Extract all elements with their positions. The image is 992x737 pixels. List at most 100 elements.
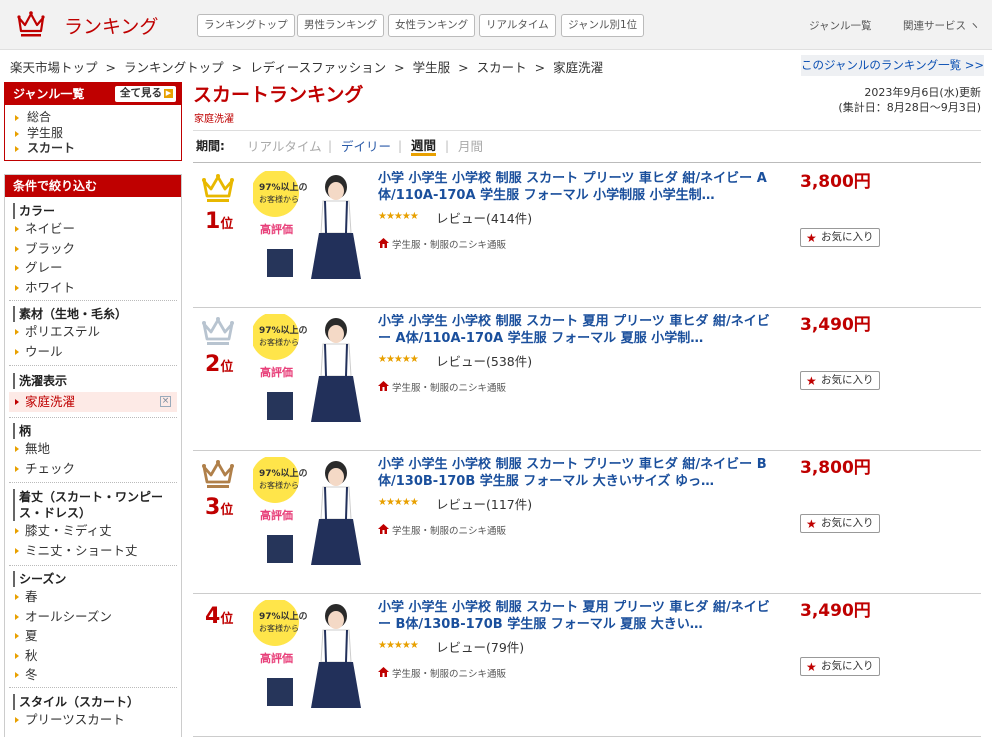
shop-link[interactable]: 学生服・制服のニシキ通販 <box>378 666 506 680</box>
period-label: 期間: <box>196 139 225 153</box>
favorite-button[interactable]: ★ お気に入り <box>800 371 880 390</box>
filter-option[interactable]: 無地 <box>5 439 181 459</box>
breadcrumb: 楽天市場トップ > ランキングトップ > レディースファッション > 学生服 > スカート > 家庭… <box>10 60 604 75</box>
chevron-down-icon: ヽ <box>969 20 980 32</box>
tab-realtime: リアルタイム <box>247 139 322 154</box>
svg-text:お客様から: お客様から <box>259 623 299 633</box>
breadcrumb-item[interactable]: レディースファッション <box>250 60 386 75</box>
filter-option[interactable]: グレー <box>5 258 181 278</box>
rank-number: 1位 <box>205 209 234 234</box>
tab-weekly[interactable]: 週間 <box>411 139 437 156</box>
genre-item-school-uniform[interactable]: 学生服 <box>5 126 181 142</box>
filter-header: 条件で絞り込む <box>5 175 181 197</box>
filter-section-title: シーズン <box>13 571 181 587</box>
genre-ranking-list-link[interactable]: このジャンルのランキング一覧 >> <box>801 55 984 76</box>
shop-link[interactable]: 学生服・制服のニシキ通販 <box>378 237 506 251</box>
genre-item-overall[interactable]: 総合 <box>5 110 181 126</box>
product-image[interactable]: 97%以上の お客様から 高評価 <box>253 457 367 571</box>
product-price: 3,490円 <box>800 315 871 335</box>
filter-option-selected[interactable]: 家庭洗濯 × <box>9 392 177 412</box>
nav-genre-list[interactable]: ジャンル一覧 <box>809 18 871 33</box>
filter-section-laundry: 洗濯表示 家庭洗濯 × <box>5 373 181 412</box>
breadcrumb-item[interactable]: 楽天市場トップ <box>10 60 98 75</box>
breadcrumb-item[interactable]: 学生服 <box>413 60 451 75</box>
view-all-button[interactable]: 全て見る ▶ <box>115 86 176 102</box>
logo-text[interactable]: ランキング <box>64 12 158 39</box>
filter-option[interactable]: ホワイト <box>5 278 181 298</box>
filter-box: 条件で絞り込む カラー ネイビー ブラック グレー ホワイト 素材（生地・毛糸）… <box>4 174 182 737</box>
star-icon: ★ <box>806 517 817 531</box>
star-icon: ★ <box>806 231 817 245</box>
nav-women-ranking[interactable]: 女性ランキング <box>388 14 476 37</box>
review-link[interactable]: レビュー(414件) <box>436 208 532 227</box>
filter-option[interactable]: ウール <box>5 342 181 362</box>
genre-item-skirt[interactable]: スカート <box>5 141 181 157</box>
favorite-button[interactable]: ★ お気に入り <box>800 657 880 676</box>
genre-list-box: ジャンル一覧 全て見る ▶ 総合 学生服 スカート <box>4 82 182 161</box>
svg-text:お客様から: お客様から <box>259 194 299 204</box>
svg-text:97%以上の: 97%以上の <box>259 610 308 622</box>
filter-section-color: カラー ネイビー ブラック グレー ホワイト <box>5 203 181 297</box>
filter-option[interactable]: チェック <box>5 459 181 479</box>
ranking-item: 1位 97%以上の お客様から 高評価 小学 小学生 小学校 制服 スカート プ… <box>193 165 981 308</box>
rating-stars: ★★★★★ <box>378 640 419 651</box>
filter-option[interactable]: オールシーズン <box>5 607 181 627</box>
breadcrumb-item[interactable]: ランキングトップ <box>124 60 224 75</box>
filter-section-material: 素材（生地・毛糸） ポリエステル ウール <box>5 306 181 361</box>
shop-icon <box>378 667 389 677</box>
product-image[interactable]: 97%以上の お客様から 高評価 <box>253 314 367 428</box>
period-range: (集計日：8月28日～9月3日) <box>838 101 981 114</box>
crown-logo-icon[interactable] <box>16 10 46 38</box>
review-link[interactable]: レビュー(79件) <box>436 637 524 656</box>
genre-list-header: ジャンル一覧 全て見る ▶ <box>5 83 181 105</box>
favorite-button[interactable]: ★ お気に入り <box>800 514 880 533</box>
updated-date: 2023年9月6日(水)更新 <box>864 86 981 99</box>
product-image[interactable]: 97%以上の お客様から 高評価 <box>253 171 367 285</box>
svg-text:お客様から: お客様から <box>259 337 299 347</box>
filter-option[interactable]: ポリエステル <box>5 322 181 342</box>
top-bar: ランキング ランキングトップ 男性ランキング 女性ランキング リアルタイム ジャ… <box>0 0 992 50</box>
filter-option[interactable]: 冬 <box>5 665 181 685</box>
page-title: スカートランキング <box>193 84 364 106</box>
svg-text:97%以上の: 97%以上の <box>259 324 308 336</box>
filter-option[interactable]: ミニ丈・ショート丈 <box>5 541 181 561</box>
product-image[interactable]: 97%以上の お客様から 高評価 <box>253 600 367 714</box>
clear-filter-icon[interactable]: × <box>160 396 171 407</box>
nav-realtime[interactable]: リアルタイム <box>479 14 556 37</box>
rank-number: 4位 <box>205 604 234 629</box>
nav-related-services[interactable]: 関連サービス ヽ <box>903 18 980 33</box>
review-link[interactable]: レビュー(538件) <box>436 351 532 370</box>
svg-text:高評価: 高評価 <box>260 651 293 665</box>
review-link[interactable]: レビュー(117件) <box>436 494 532 513</box>
rating-stars: ★★★★★ <box>378 497 419 508</box>
favorite-button[interactable]: ★ お気に入り <box>800 228 880 247</box>
filter-option[interactable]: プリーツスカート <box>5 710 181 730</box>
product-title-link[interactable]: 小学 小学生 小学校 制服 スカート プリーツ 車ヒダ 紺/ネイビー A体/11… <box>378 171 770 205</box>
product-price: 3,800円 <box>800 458 871 478</box>
filter-section-title: 柄 <box>13 423 181 439</box>
filter-option[interactable]: ネイビー <box>5 219 181 239</box>
nav-men-ranking[interactable]: 男性ランキング <box>297 14 385 37</box>
shop-icon <box>378 238 389 248</box>
product-title-link[interactable]: 小学 小学生 小学校 制服 スカート プリーツ 車ヒダ 紺/ネイビー B体/13… <box>378 457 770 491</box>
product-title-link[interactable]: 小学 小学生 小学校 制服 スカート 夏用 プリーツ 車ヒダ 紺/ネイビー A体… <box>378 314 770 348</box>
filter-option[interactable]: ブラック <box>5 239 181 259</box>
product-title-link[interactable]: 小学 小学生 小学校 制服 スカート 夏用 プリーツ 車ヒダ 紺/ネイビー B体… <box>378 600 770 634</box>
filter-option[interactable]: 膝丈・ミディ丈 <box>5 521 181 541</box>
genre-list-title: ジャンル一覧 <box>13 87 85 101</box>
shop-icon <box>378 381 389 391</box>
filter-option[interactable]: 春 <box>5 587 181 607</box>
shop-link[interactable]: 学生服・制服のニシキ通販 <box>378 380 506 394</box>
page-subtitle: 家庭洗濯 <box>194 114 234 125</box>
update-info: 2023年9月6日(水)更新 (集計日：8月28日～9月3日) <box>838 85 981 115</box>
nav-genre-first[interactable]: ジャンル別1位 <box>561 14 645 37</box>
nav-ranking-top[interactable]: ランキングトップ <box>197 14 295 37</box>
shop-icon <box>378 524 389 534</box>
svg-text:高評価: 高評価 <box>260 222 293 236</box>
tab-daily[interactable]: デイリー <box>341 131 391 162</box>
breadcrumb-item[interactable]: スカート <box>477 60 527 75</box>
filter-option[interactable]: 夏 <box>5 626 181 646</box>
filter-option[interactable]: 秋 <box>5 646 181 666</box>
shop-link[interactable]: 学生服・制服のニシキ通販 <box>378 523 506 537</box>
ranking-item: 2位 97%以上の お客様から 高評価 小学 小学生 小学校 制服 スカート 夏… <box>193 308 981 451</box>
